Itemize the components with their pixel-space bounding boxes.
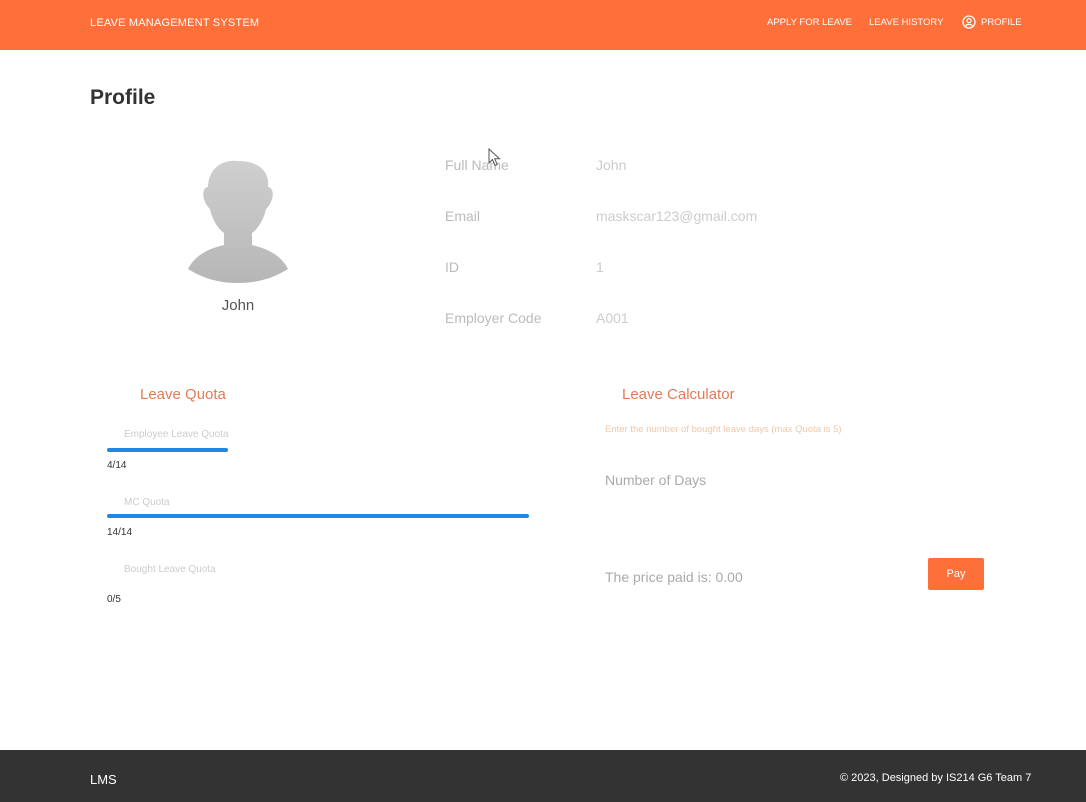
bought-leave-quota-label: Bought Leave Quota (124, 564, 216, 575)
employer-code-value: A001 (596, 310, 629, 326)
email-label: Email (445, 208, 481, 224)
calculator-hint: Enter the number of bought leave days (m… (605, 424, 842, 435)
leave-calculator-title: Leave Calculator (622, 386, 735, 403)
mc-quota-value: 14/14 (107, 527, 133, 538)
full-name-value: John (596, 157, 627, 173)
mouse-pointer-icon (488, 148, 501, 167)
employee-leave-quota-bar (107, 448, 529, 452)
nav-profile-label: PROFILE (981, 16, 1022, 28)
employer-code-label: Employer Code (445, 310, 542, 326)
footer: LMS © 2023, Designed by IS214 G6 Team 7 (0, 750, 1086, 802)
mc-quota-fill (107, 514, 529, 518)
price-paid-text: The price paid is: 0.00 (605, 569, 743, 585)
nav-apply-for-leave[interactable]: APPLY FOR LEAVE (767, 17, 852, 28)
pay-button[interactable]: Pay (928, 558, 984, 590)
email-value: maskscar123@gmail.com (596, 208, 758, 224)
leave-quota-title: Leave Quota (140, 386, 226, 403)
number-of-days-input[interactable] (605, 466, 915, 494)
employee-leave-quota-fill (107, 448, 228, 452)
employee-leave-quota-value: 4/14 (107, 460, 127, 471)
mc-quota-bar (107, 514, 529, 518)
employee-leave-quota-label: Employee Leave Quota (124, 429, 229, 440)
footer-copyright: © 2023, Designed by IS214 G6 Team 7 (840, 772, 1032, 784)
brand-link[interactable]: LEAVE MANAGEMENT SYSTEM (90, 17, 259, 29)
id-label: ID (445, 259, 459, 275)
profile-name: John (221, 297, 255, 314)
top-navbar: LEAVE MANAGEMENT SYSTEM APPLY FOR LEAVE … (0, 0, 1086, 50)
user-circle-icon (962, 15, 976, 29)
bought-leave-quota-value: 0/5 (107, 594, 121, 605)
mc-quota-label: MC Quota (124, 497, 170, 508)
footer-brand: LMS (90, 772, 117, 787)
avatar-silhouette-icon (188, 160, 288, 283)
nav-leave-history[interactable]: LEAVE HISTORY (869, 17, 943, 28)
page-title: Profile (90, 86, 156, 109)
nav-profile[interactable]: PROFILE (962, 15, 1022, 29)
id-value: 1 (596, 259, 604, 275)
